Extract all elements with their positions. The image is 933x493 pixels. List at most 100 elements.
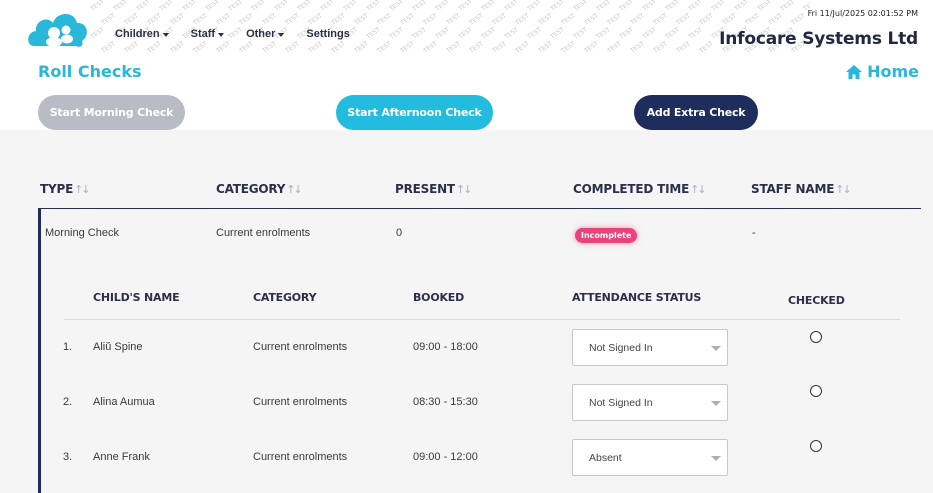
watermark-text: TEST <box>411 26 428 41</box>
column-header-label: STAFF NAME <box>751 182 835 196</box>
watermark-text: TEST <box>629 40 646 55</box>
roll-checks-panel: TYPE ↑↓ CATEGORY ↑↓ PRESENT ↑↓ COMPLETED TI… <box>0 130 933 493</box>
nav-label: Other <box>246 28 276 40</box>
watermark-text: TEST <box>537 40 554 55</box>
watermark-text: TEST <box>583 40 600 55</box>
status-badge: Incomplete <box>575 228 638 243</box>
checked-radio[interactable] <box>810 385 822 397</box>
watermark-text: TEST <box>250 0 267 13</box>
watermark-text: TEST <box>434 26 451 41</box>
nav-label: Settings <box>306 28 350 40</box>
watermark-text: TEST <box>480 26 497 41</box>
watermark-text: TEST <box>710 0 727 13</box>
watermark-text: TEST <box>434 0 451 13</box>
watermark-text: TEST <box>238 40 255 55</box>
child-category: Current enrolments <box>253 341 348 353</box>
column-header-completed-time[interactable]: COMPLETED TIME ↑↓ <box>573 182 707 196</box>
sub-header-divider <box>64 319 900 320</box>
nav-staff[interactable]: Staff <box>190 28 225 40</box>
row-number: 1. <box>63 341 73 353</box>
company-name: Infocare Systems Ltd <box>719 29 918 49</box>
watermark-text: TEST <box>595 0 612 13</box>
check-category: Current enrolments <box>216 227 311 239</box>
watermark-text: TEST <box>90 26 106 41</box>
app-logo[interactable] <box>26 6 90 48</box>
watermark-text: TEST <box>388 0 405 13</box>
column-header-category[interactable]: CATEGORY ↑↓ <box>216 182 303 196</box>
child-name: Anne Frank <box>93 451 150 463</box>
column-header-label: CATEGORY <box>216 182 286 196</box>
page-title: Roll Checks <box>38 62 142 81</box>
watermark-text: TEST <box>445 12 462 27</box>
checked-radio[interactable] <box>810 440 822 452</box>
watermark-text: TEST <box>342 0 359 13</box>
watermark-text: TEST <box>675 12 692 27</box>
present-count: 0 <box>396 227 403 239</box>
selected-value: Not Signed In <box>589 341 653 354</box>
watermark-text: TEST <box>491 40 508 55</box>
add-extra-check-button[interactable]: Add Extra Check <box>634 95 758 130</box>
nav-label: Staff <box>190 28 216 40</box>
watermark-text: TEST <box>330 40 347 55</box>
chevron-down-icon <box>711 456 721 461</box>
column-header-label: TYPE <box>40 182 74 196</box>
watermark-text: TEST <box>445 40 462 55</box>
watermark-text: TEST <box>296 0 313 13</box>
sort-icon: ↑↓ <box>690 182 707 196</box>
booked-time: 09:00 - 18:00 <box>413 341 478 353</box>
attendance-status-select[interactable]: Not Signed In <box>572 384 728 421</box>
table-header: TYPE ↑↓ CATEGORY ↑↓ PRESENT ↑↓ COMPLETED TI… <box>0 130 921 209</box>
current-datetime: Fri 11/Jul/2025 02:01:52 PM <box>807 9 918 18</box>
watermark-text: TEST <box>583 12 600 27</box>
column-header-type[interactable]: TYPE ↑↓ <box>40 182 91 196</box>
watermark-text: TEST <box>687 26 704 41</box>
watermark-text: TEST <box>422 12 439 27</box>
column-header-present[interactable]: PRESENT ↑↓ <box>395 182 473 196</box>
watermark-text: TEST <box>112 0 129 13</box>
chevron-down-icon <box>218 32 225 37</box>
selected-value: Not Signed In <box>589 396 653 409</box>
checked-radio[interactable] <box>810 331 822 343</box>
start-afternoon-check-button[interactable]: Start Afternoon Check <box>336 95 493 130</box>
nav-other[interactable]: Other <box>246 28 285 40</box>
row-number: 3. <box>63 451 73 463</box>
sort-icon: ↑↓ <box>74 182 91 196</box>
checked-header: CHECKED <box>788 294 845 307</box>
sort-icon: ↑↓ <box>455 182 473 196</box>
top-bar: TEST TEST TEST TEST TEST TEST TEST TEST TEST TEST… <box>0 0 933 60</box>
watermark-text: TEST <box>721 12 738 27</box>
watermark-text: TEST <box>767 12 784 27</box>
watermark-text: TEST <box>560 40 577 55</box>
watermark-text: TEST <box>687 0 704 13</box>
watermark-text: TEST <box>273 0 290 13</box>
watermark-text: TEST <box>123 40 140 55</box>
watermark-text: TEST <box>756 0 773 13</box>
booked-header: BOOKED <box>413 291 465 304</box>
watermark-text: TEST <box>169 40 186 55</box>
watermark-text: TEST <box>572 26 589 41</box>
watermark-text: TEST <box>698 12 715 27</box>
nav-settings[interactable]: Settings <box>306 28 349 40</box>
column-header-staff-name[interactable]: STAFF NAME ↑↓ <box>751 182 852 196</box>
attendance-status-select[interactable]: Absent <box>572 439 728 476</box>
start-morning-check-button[interactable]: Start Morning Check <box>38 95 185 130</box>
watermark-text: TEST <box>365 0 382 13</box>
home-link[interactable]: Home <box>845 62 919 81</box>
watermark-text: TEST <box>284 12 301 27</box>
watermark-text: TEST <box>146 40 163 55</box>
watermark-text: TEST <box>100 12 117 27</box>
attendance-status-select[interactable]: Not Signed In <box>572 329 728 366</box>
watermark-text: TEST <box>503 0 520 13</box>
watermark-text: TEST <box>192 12 209 27</box>
watermark-text: TEST <box>238 12 255 27</box>
nav-children[interactable]: Children <box>115 28 169 40</box>
watermark-text: TEST <box>399 12 416 27</box>
selected-value: Absent <box>589 451 622 464</box>
watermark-text: TEST <box>376 12 393 27</box>
watermark-text: TEST <box>537 12 554 27</box>
watermark-text: TEST <box>733 0 750 13</box>
watermark-text: TEST <box>549 26 566 41</box>
watermark-text: TEST <box>261 12 278 27</box>
watermark-text: TEST <box>376 40 393 55</box>
watermark-text: TEST <box>618 26 635 41</box>
